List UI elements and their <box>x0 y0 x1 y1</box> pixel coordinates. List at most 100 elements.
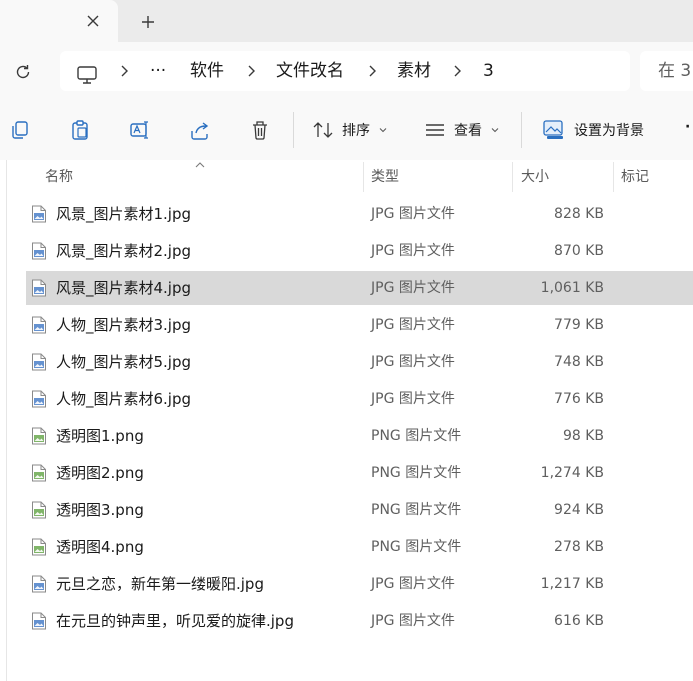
column-size[interactable]: 大小 <box>521 160 549 194</box>
file-type: PNG 图片文件 <box>371 502 462 518</box>
toolbar-divider <box>521 112 522 148</box>
file-row[interactable]: 风景_图片素材4.jpg JPG 图片文件 1,061 KB <box>26 271 693 305</box>
image-file-icon <box>32 205 46 223</box>
file-type: PNG 图片文件 <box>371 428 462 444</box>
chevron-down-icon <box>491 128 499 133</box>
file-size: 616 KB <box>554 613 604 629</box>
file-type: JPG 图片文件 <box>371 613 455 629</box>
file-name: 在元旦的钟声里，听见爱的旋律.jpg <box>56 612 294 630</box>
sort-label: 排序 <box>342 123 370 139</box>
paste-icon[interactable] <box>68 118 92 142</box>
search-box[interactable]: 在 3 <box>640 51 693 91</box>
file-size: 1,061 KB <box>540 280 604 296</box>
file-row[interactable]: 风景_图片素材1.jpg JPG 图片文件 828 KB <box>26 197 693 231</box>
file-size: 1,217 KB <box>540 576 604 592</box>
file-type: PNG 图片文件 <box>371 465 462 481</box>
column-name[interactable]: 名称 <box>45 160 73 194</box>
computer-icon[interactable] <box>76 60 98 100</box>
file-size: 278 KB <box>554 539 604 555</box>
file-name: 风景_图片素材1.jpg <box>56 205 192 223</box>
file-row[interactable]: 人物_图片素材6.jpg JPG 图片文件 776 KB <box>26 382 693 416</box>
breadcrumb-item[interactable]: 文件改名 <box>276 51 344 91</box>
file-size: 870 KB <box>554 243 604 259</box>
image-file-icon <box>32 279 46 297</box>
file-size: 779 KB <box>554 317 604 333</box>
column-type[interactable]: 类型 <box>371 160 399 194</box>
chevron-down-icon <box>379 128 387 133</box>
file-type: JPG 图片文件 <box>371 243 455 259</box>
file-size: 776 KB <box>554 391 604 407</box>
file-type: JPG 图片文件 <box>371 576 455 592</box>
file-row[interactable]: 透明图3.png PNG 图片文件 924 KB <box>26 493 693 527</box>
file-type: PNG 图片文件 <box>371 539 462 555</box>
breadcrumb-item[interactable]: 素材 <box>397 51 431 91</box>
address-bar[interactable]: ··· 软件 文件改名 素材 3 <box>60 51 630 91</box>
share-icon[interactable] <box>188 118 212 142</box>
chevron-right-icon <box>454 65 461 77</box>
file-type: JPG 图片文件 <box>371 391 455 407</box>
file-name: 人物_图片素材6.jpg <box>56 390 192 408</box>
file-type: JPG 图片文件 <box>371 354 455 370</box>
wallpaper-icon <box>543 120 563 139</box>
file-row[interactable]: 透明图1.png PNG 图片文件 98 KB <box>26 419 693 453</box>
file-row[interactable]: 风景_图片素材2.jpg JPG 图片文件 870 KB <box>26 234 693 268</box>
new-tab-icon[interactable] <box>134 8 162 36</box>
image-file-icon <box>32 353 46 371</box>
image-file-icon <box>32 575 46 593</box>
chevron-right-icon <box>369 65 376 77</box>
refresh-icon[interactable] <box>10 59 36 85</box>
image-file-icon <box>32 390 46 408</box>
column-header: 名称 类型 大小 标记 <box>0 160 693 194</box>
breadcrumb-item-current[interactable]: 3 <box>483 51 494 91</box>
file-size: 828 KB <box>554 206 604 222</box>
view-label: 查看 <box>454 123 482 139</box>
image-file-icon <box>32 242 46 260</box>
active-tab[interactable] <box>0 0 118 44</box>
file-type: JPG 图片文件 <box>371 206 455 222</box>
file-row[interactable]: 元旦之恋，新年第一缕暖阳.jpg JPG 图片文件 1,217 KB <box>26 567 693 601</box>
file-name: 元旦之恋，新年第一缕暖阳.jpg <box>56 575 264 593</box>
image-file-icon <box>32 538 46 556</box>
file-row[interactable]: 人物_图片素材5.jpg JPG 图片文件 748 KB <box>26 345 693 379</box>
column-divider[interactable] <box>613 162 614 192</box>
tab-strip <box>0 0 693 44</box>
more-options-button[interactable]: · <box>685 119 690 135</box>
breadcrumb-item[interactable]: 软件 <box>190 51 224 91</box>
file-row[interactable]: 透明图4.png PNG 图片文件 278 KB <box>26 530 693 564</box>
delete-icon[interactable] <box>248 118 272 142</box>
copy-icon[interactable] <box>8 118 32 142</box>
address-row: ··· 软件 文件改名 素材 3 在 3 <box>0 42 693 100</box>
sort-icon <box>313 122 333 138</box>
file-size: 748 KB <box>554 354 604 370</box>
set-as-background-label: 设置为背景 <box>574 123 644 139</box>
file-row[interactable]: 人物_图片素材3.jpg JPG 图片文件 779 KB <box>26 308 693 342</box>
column-divider[interactable] <box>512 162 513 192</box>
file-row[interactable]: 在元旦的钟声里，听见爱的旋律.jpg JPG 图片文件 616 KB <box>26 604 693 638</box>
file-name: 人物_图片素材5.jpg <box>56 353 192 371</box>
file-name: 风景_图片素材2.jpg <box>56 242 192 260</box>
pane-divider <box>6 160 7 681</box>
chevron-right-icon <box>248 65 255 77</box>
breadcrumb-more[interactable]: ··· <box>150 51 166 91</box>
view-icon <box>426 124 444 136</box>
file-size: 924 KB <box>554 502 604 518</box>
file-name: 透明图2.png <box>56 464 144 482</box>
set-as-background-button[interactable]: 设置为背景 <box>542 114 644 146</box>
image-file-icon <box>32 316 46 334</box>
rename-icon[interactable] <box>128 118 152 142</box>
sort-button[interactable]: 排序 <box>312 114 388 146</box>
column-divider[interactable] <box>363 162 364 192</box>
image-file-icon <box>32 612 46 630</box>
chevron-right-icon <box>121 65 128 77</box>
file-size: 1,274 KB <box>540 465 604 481</box>
toolbar-divider <box>293 112 294 148</box>
close-tab-icon[interactable] <box>80 8 106 34</box>
image-file-icon <box>32 427 46 445</box>
file-row[interactable]: 透明图2.png PNG 图片文件 1,274 KB <box>26 456 693 490</box>
file-name: 透明图1.png <box>56 427 144 445</box>
file-type: JPG 图片文件 <box>371 280 455 296</box>
image-file-icon <box>32 464 46 482</box>
file-name: 风景_图片素材4.jpg <box>56 279 192 297</box>
column-tags[interactable]: 标记 <box>621 160 649 194</box>
view-button[interactable]: 查看 <box>424 114 500 146</box>
